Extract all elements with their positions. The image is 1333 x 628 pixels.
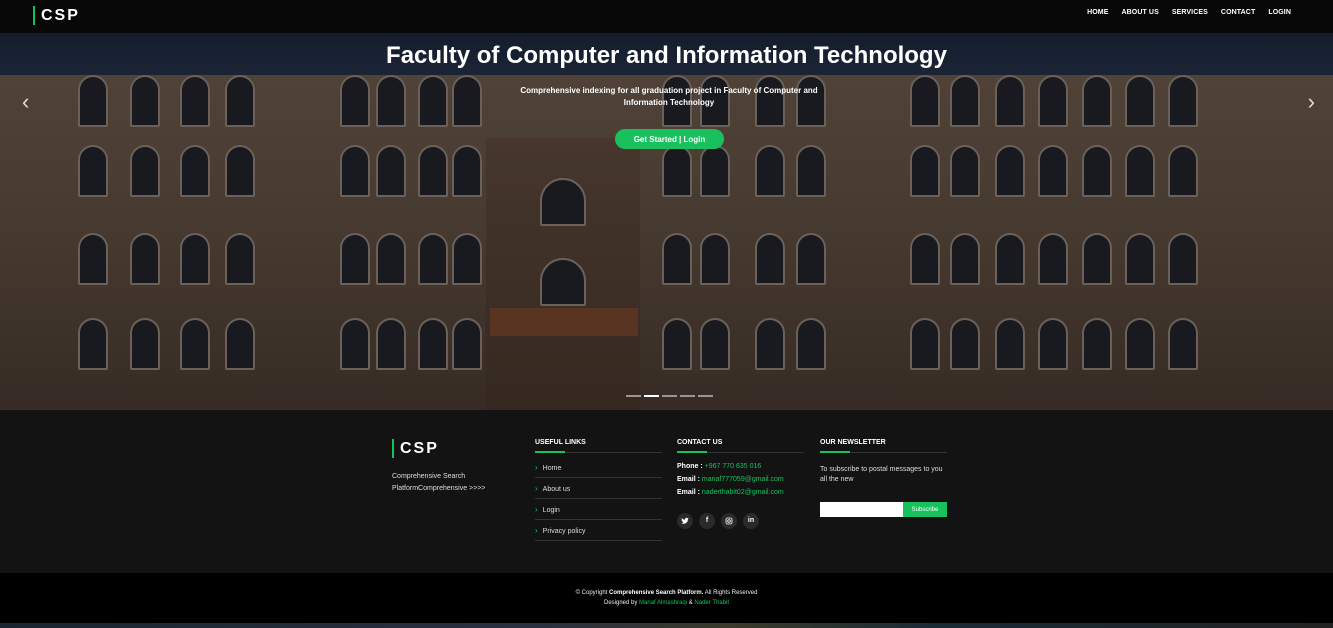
footer-logo: CSP: [392, 439, 502, 458]
carousel-indicator-5[interactable]: [698, 395, 713, 397]
copyright-bar: © Copyright Comprehensive Search Platfor…: [0, 573, 1333, 623]
email-link-2[interactable]: naderthabit02@gmail.com: [702, 489, 784, 496]
contact-phone: Phone : +967 770 635 016: [677, 463, 762, 470]
site-name: Comprehensive Search Platform.: [609, 590, 704, 596]
site-logo[interactable]: CSP: [33, 6, 80, 25]
footer: CSP Comprehensive Search PlatformCompreh…: [0, 410, 1333, 573]
linkedin-icon[interactable]: in: [743, 513, 759, 529]
main-nav: HOME ABOUT US SERVICES CONTACT LOGIN: [1074, 9, 1291, 16]
nav-services[interactable]: SERVICES: [1172, 9, 1208, 16]
instagram-icon[interactable]: [721, 513, 737, 529]
carousel-indicator-1[interactable]: [626, 395, 641, 397]
page-bottom-strip: [0, 623, 1333, 628]
footer-about: CSP Comprehensive Search PlatformCompreh…: [392, 439, 502, 495]
footer-link-login[interactable]: › Login: [535, 499, 662, 520]
phone-number[interactable]: +967 770 635 016: [705, 463, 762, 470]
subscribe-button[interactable]: Subscribe: [903, 502, 947, 517]
footer-link-home[interactable]: › Home: [535, 457, 662, 478]
chevron-right-icon: ›: [535, 484, 538, 493]
author-link-1[interactable]: Manaf Almashraqi: [639, 600, 687, 606]
hero-subtitle: Comprehensive indexing for all graduatio…: [520, 86, 818, 107]
get-started-login-button[interactable]: Get Started | Login: [615, 129, 724, 149]
carousel-indicator-3[interactable]: [662, 395, 677, 397]
top-navbar: CSP HOME ABOUT US SERVICES CONTACT LOGIN: [0, 0, 1333, 33]
footer-link-privacy-policy[interactable]: › Privacy policy: [535, 520, 662, 541]
author-link-2[interactable]: Nader Thabit: [694, 600, 729, 606]
newsletter-text: To subscribe to postal messages to you a…: [820, 466, 943, 483]
facebook-icon[interactable]: f: [699, 513, 715, 529]
carousel-indicator-4[interactable]: [680, 395, 695, 397]
nav-contact[interactable]: CONTACT: [1221, 9, 1255, 16]
useful-links-list: › Home › About us › Login › Privacy policy: [535, 457, 662, 541]
email-link-1[interactable]: manaf777059@gmail.com: [702, 476, 784, 483]
nav-login[interactable]: LOGIN: [1268, 9, 1291, 16]
chevron-left-icon[interactable]: ‹: [22, 91, 29, 113]
carousel-indicators: [626, 395, 713, 397]
chevron-right-icon: ›: [535, 526, 538, 535]
twitter-icon[interactable]: [677, 513, 693, 529]
designer-credits: Designed by Manaf Almashraqi & Nader Tha…: [604, 600, 729, 606]
social-links: f in: [677, 513, 804, 529]
copyright-text: © Copyright Comprehensive Search Platfor…: [575, 590, 758, 596]
nav-home[interactable]: HOME: [1087, 9, 1108, 16]
footer-newsletter: OUR NEWSLETTER To subscribe to postal me…: [820, 439, 947, 517]
footer-useful-links: USEFUL LINKS › Home › About us › Login › Pri…: [535, 439, 662, 541]
hero-carousel: Faculty of Computer and Information Tech…: [0, 33, 1333, 410]
carousel-indicator-2[interactable]: [644, 395, 659, 397]
chevron-right-icon: ›: [535, 505, 538, 514]
newsletter-form: Subscribe: [820, 502, 947, 517]
chevron-right-icon: ›: [535, 463, 538, 472]
footer-contact: CONTACT US Phone : +967 770 635 016 Emai…: [677, 439, 804, 529]
chevron-right-icon[interactable]: ›: [1308, 91, 1315, 113]
contact-heading: CONTACT US: [677, 439, 804, 453]
newsletter-heading: OUR NEWSLETTER: [820, 439, 947, 453]
nav-about-us[interactable]: ABOUT US: [1121, 9, 1158, 16]
footer-link-about-us[interactable]: › About us: [535, 478, 662, 499]
footer-description: Comprehensive Search PlatformComprehensi…: [392, 473, 486, 492]
newsletter-email-input[interactable]: [820, 502, 903, 517]
contact-email-1: Email : manaf777059@gmail.com: [677, 476, 784, 483]
useful-links-heading: USEFUL LINKS: [535, 439, 662, 453]
contact-email-2: Email : naderthabit02@gmail.com: [677, 489, 784, 496]
hero-title: Faculty of Computer and Information Tech…: [386, 42, 947, 69]
